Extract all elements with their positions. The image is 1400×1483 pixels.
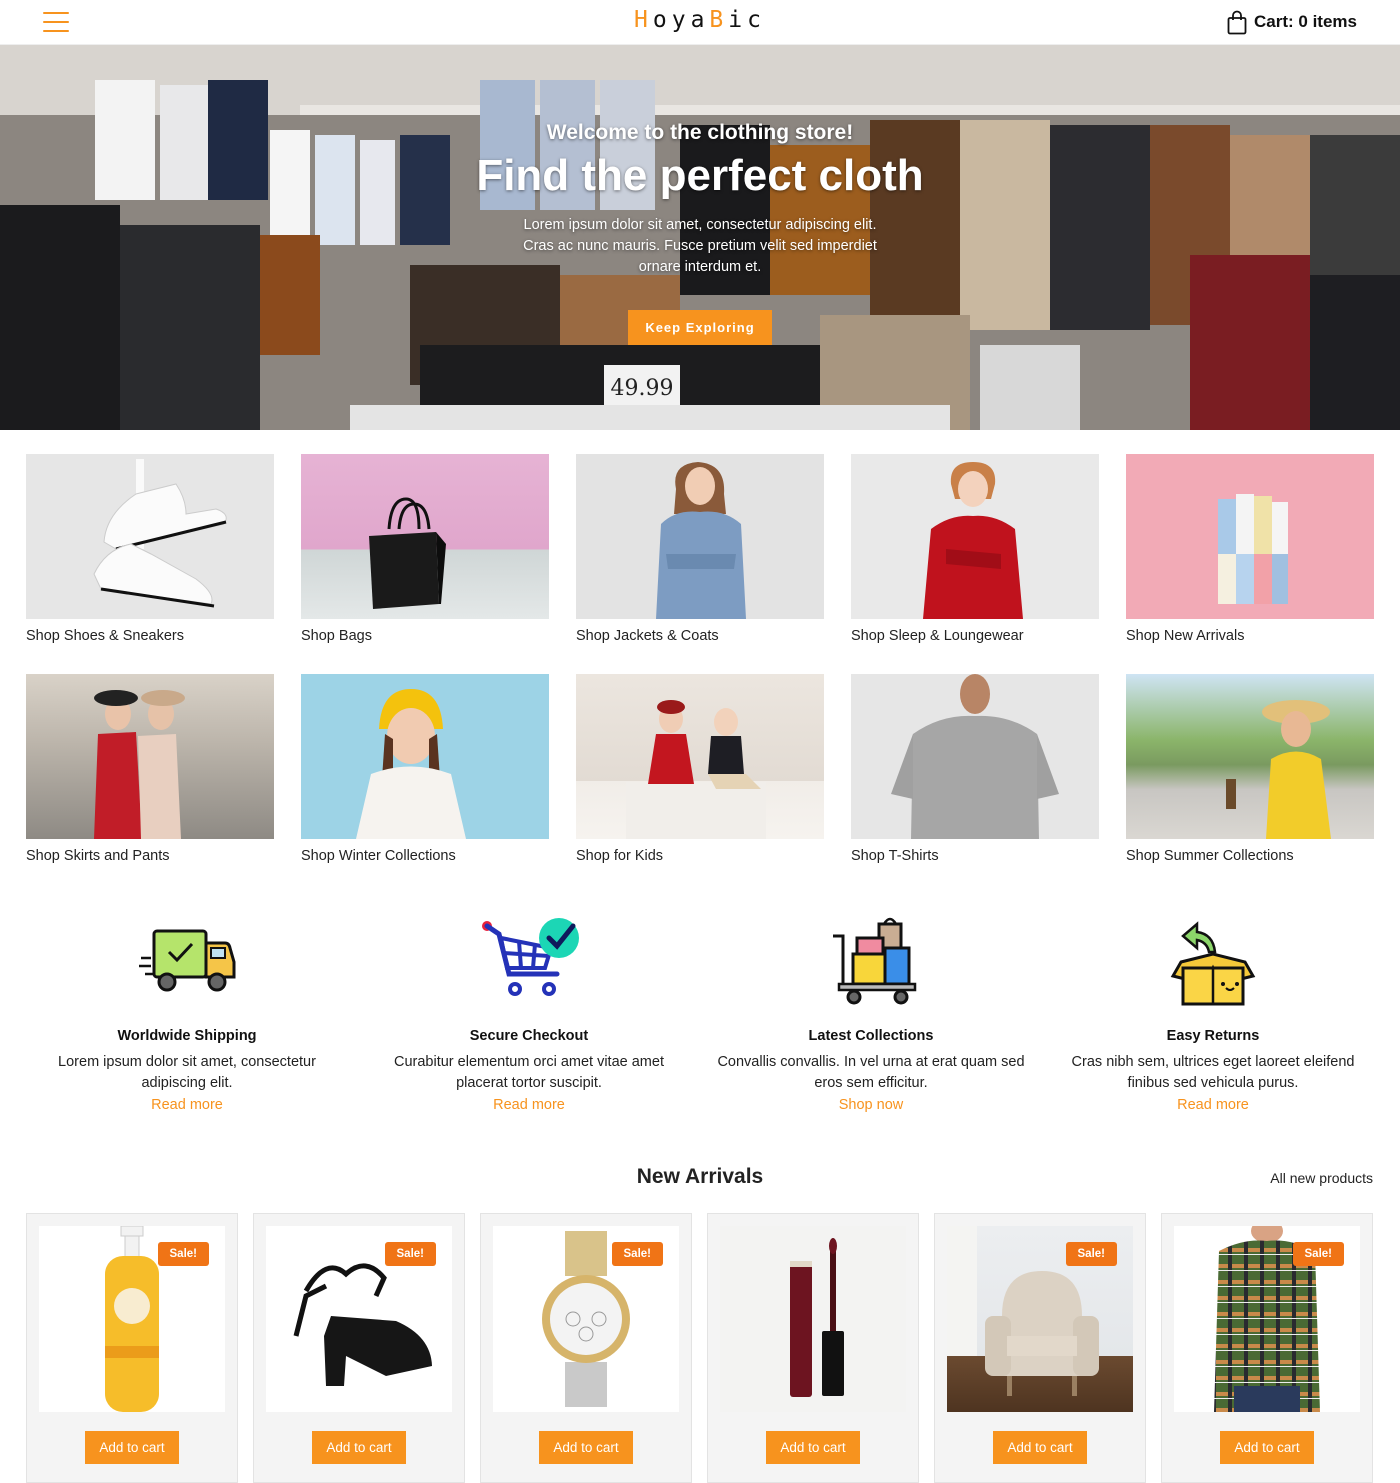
product-card: Add to cart [707,1213,919,1483]
product-grid: Sale! Add to cart Sale! Add to cart Sale… [0,1213,1400,1483]
sale-badge: Sale! [157,1242,209,1266]
product-image[interactable]: Sale! [39,1226,225,1412]
product-card: Sale! Add to cart [480,1213,692,1483]
feature-text: Curabitur elementum orci amet vitae amet… [394,1054,664,1091]
category-label: Shop Skirts and Pants [26,848,170,864]
category-card-skirts-pants[interactable]: Shop Skirts and Pants [26,674,274,864]
add-to-cart-button[interactable]: Add to cart [993,1431,1087,1464]
category-label: Shop T-Shirts [851,848,939,864]
category-image [576,674,824,839]
section-title: New Arrivals [636,1165,764,1188]
product-image[interactable]: Sale! [1174,1226,1360,1412]
shop-now-link[interactable]: Shop now [839,1097,904,1113]
category-image [301,454,549,619]
category-card-shoes[interactable]: Shop Shoes & Sneakers [26,454,274,644]
category-card-tshirts[interactable]: Shop T-Shirts [851,674,1099,864]
category-card-winter[interactable]: Shop Winter Collections [301,674,549,864]
category-label: Shop Bags [301,628,372,644]
feature-text: Convallis convallis. In vel urna at erat… [717,1054,1025,1091]
read-more-link[interactable]: Read more [151,1097,223,1113]
category-label: Shop Jackets & Coats [576,628,719,644]
category-image [1126,454,1374,619]
read-more-link[interactable]: Read more [1177,1097,1249,1113]
all-new-products-link[interactable]: All new products [1270,1170,1373,1186]
category-label: Shop Sleep & Loungewear [851,628,1024,644]
product-card: Sale! Add to cart [253,1213,465,1483]
add-to-cart-button[interactable]: Add to cart [766,1431,860,1464]
feature-title: Worldwide Shipping [117,1028,257,1044]
price-tag: 49.99 [611,376,674,401]
add-to-cart-button[interactable]: Add to cart [539,1431,633,1464]
logo[interactable]: HoyaBic [634,7,766,33]
hero-content: Welcome to the clothing store! Find the … [0,121,1400,345]
feature-returns: Easy Returns Cras nibh sem, ultrices ege… [1042,916,1384,1113]
category-card-summer[interactable]: Shop Summer Collections [1126,674,1374,864]
trolley-icon [833,917,917,1005]
sale-badge: Sale! [611,1242,663,1266]
category-label: Shop New Arrivals [1126,628,1245,644]
category-image [1126,674,1374,839]
site-header: HoyaBic Cart: 0 items [0,0,1400,45]
category-image [851,454,1099,619]
add-to-cart-button[interactable]: Add to cart [312,1431,406,1464]
category-image [576,454,824,619]
features-row: Worldwide Shipping Lorem ipsum dolor sit… [0,916,1400,1113]
category-image [26,454,274,619]
product-card: Sale! Add to cart [934,1213,1146,1483]
category-card-sleepwear[interactable]: Shop Sleep & Loungewear [851,454,1099,644]
feature-title: Latest Collections [808,1028,934,1044]
feature-shipping: Worldwide Shipping Lorem ipsum dolor sit… [16,916,358,1113]
category-card-jackets[interactable]: Shop Jackets & Coats [576,454,824,644]
menu-icon[interactable] [43,12,69,32]
category-image [301,674,549,839]
add-to-cart-button[interactable]: Add to cart [85,1431,179,1464]
product-card: Sale! Add to cart [1161,1213,1373,1483]
product-image[interactable]: Sale! [947,1226,1133,1412]
feature-title: Secure Checkout [469,1028,589,1044]
product-image[interactable]: Sale! [493,1226,679,1412]
cart-button[interactable]: Cart: 0 items [1227,10,1357,35]
category-grid: Shop Shoes & Sneakers Shop Bags Shop Jac… [0,430,1400,864]
keep-exploring-button[interactable]: Keep Exploring [628,310,772,345]
category-image [26,674,274,839]
sale-badge: Sale! [384,1242,436,1266]
category-label: Shop Winter Collections [301,848,456,864]
category-card-bags[interactable]: Shop Bags [301,454,549,644]
product-image[interactable] [720,1226,906,1412]
product-image[interactable]: Sale! [266,1226,452,1412]
category-label: Shop Shoes & Sneakers [26,628,184,644]
feature-collections: Latest Collections Convallis convallis. … [700,916,1042,1113]
sale-badge: Sale! [1065,1242,1117,1266]
hero-banner: 49.99 Welcome to the clothing store! Fin… [0,45,1400,430]
feature-checkout: Secure Checkout Curabitur elementum orci… [358,916,700,1113]
category-card-kids[interactable]: Shop for Kids [576,674,824,864]
add-to-cart-button[interactable]: Add to cart [1220,1431,1314,1464]
cart-label: Cart: 0 items [1254,12,1357,31]
hero-title: Find the perfect cloth [476,151,924,200]
category-image [851,674,1099,839]
category-label: Shop for Kids [576,848,664,864]
return-box-icon [1170,921,1256,1006]
hero-subtitle: Welcome to the clothing store! [546,121,854,144]
category-label: Shop Summer Collections [1126,848,1294,864]
cart-check-icon [482,918,579,996]
truck-icon [139,929,236,992]
product-card: Sale! Add to cart [26,1213,238,1483]
feature-text: Cras nibh sem, ultrices eget laoreet ele… [1071,1054,1355,1091]
sale-badge: Sale! [1292,1242,1344,1266]
feature-text: Lorem ipsum dolor sit amet, consectetur … [58,1054,316,1091]
category-card-new-arrivals[interactable]: Shop New Arrivals [1126,454,1374,644]
shopping-bag-icon [1227,10,1247,34]
new-arrivals-section: New Arrivals All new products Sale! Add … [0,1165,1400,1483]
feature-title: Easy Returns [1166,1028,1260,1044]
read-more-link[interactable]: Read more [493,1097,565,1113]
hero-text: Lorem ipsum dolor sit amet, consectetur … [523,217,877,275]
